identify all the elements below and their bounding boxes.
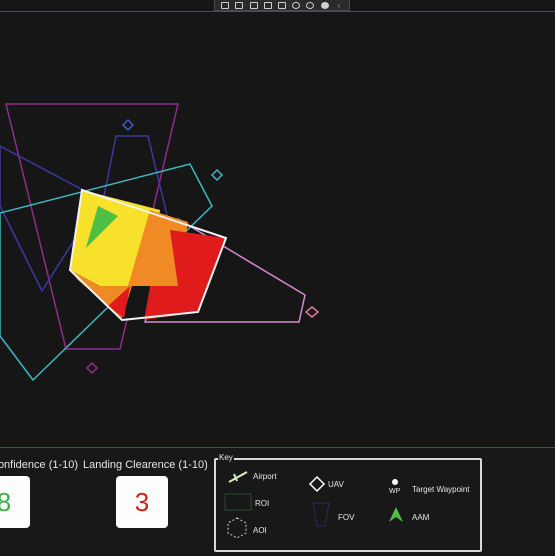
legend-airport-label: Airport [253,472,277,481]
uav-marker-pink[interactable] [304,306,320,318]
legend-uav-label: UAV [328,480,344,489]
cast-icon[interactable] [249,1,258,9]
tools-icon[interactable] [292,1,301,9]
map-canvas[interactable] [0,12,555,447]
square-icon[interactable] [263,1,272,9]
screen-toolbar: ‹ [214,0,350,11]
waypoint-icon [392,479,398,485]
legend-key: Key Airport UAV WP Target Waypoint ROI F… [214,453,482,552]
legend-waypoint-label: Target Waypoint [412,485,470,494]
legend-roi-label: ROI [255,499,270,508]
status-panel: Confidence (1-10) 8 Landing Clearence (1… [0,447,555,556]
uav-icon [308,475,326,493]
confidence-label: Confidence (1-10) [0,459,79,471]
legend-aoi-label: AOI [253,526,267,535]
presenter-icon[interactable] [277,1,286,9]
window-icon[interactable] [221,1,230,9]
fov-icon [312,502,330,527]
aoi-icon [227,517,247,539]
settings-icon[interactable] [320,1,329,9]
uav-marker-blue[interactable] [121,118,135,132]
waypoint-symbol-label: WP [389,488,401,495]
aam-icon [389,507,403,522]
legend-title: Key [218,453,234,462]
roi-icon [224,493,252,511]
accessibility-icon[interactable] [306,1,315,9]
legend-aam-label: AAM [412,513,430,522]
camera-icon[interactable] [235,1,244,9]
airport-icon [228,471,248,483]
landing-clearance-value-box: 3 [116,476,168,528]
legend-fov-label: FOV [338,513,355,522]
confidence-value-box: 8 [0,476,30,528]
uav-marker-cyan[interactable] [210,168,224,182]
landing-clearance-label: Landing Clearence (1-10) [83,459,208,471]
uav-marker-purple[interactable] [85,361,99,375]
chevron-left-icon[interactable]: ‹ [335,1,343,9]
